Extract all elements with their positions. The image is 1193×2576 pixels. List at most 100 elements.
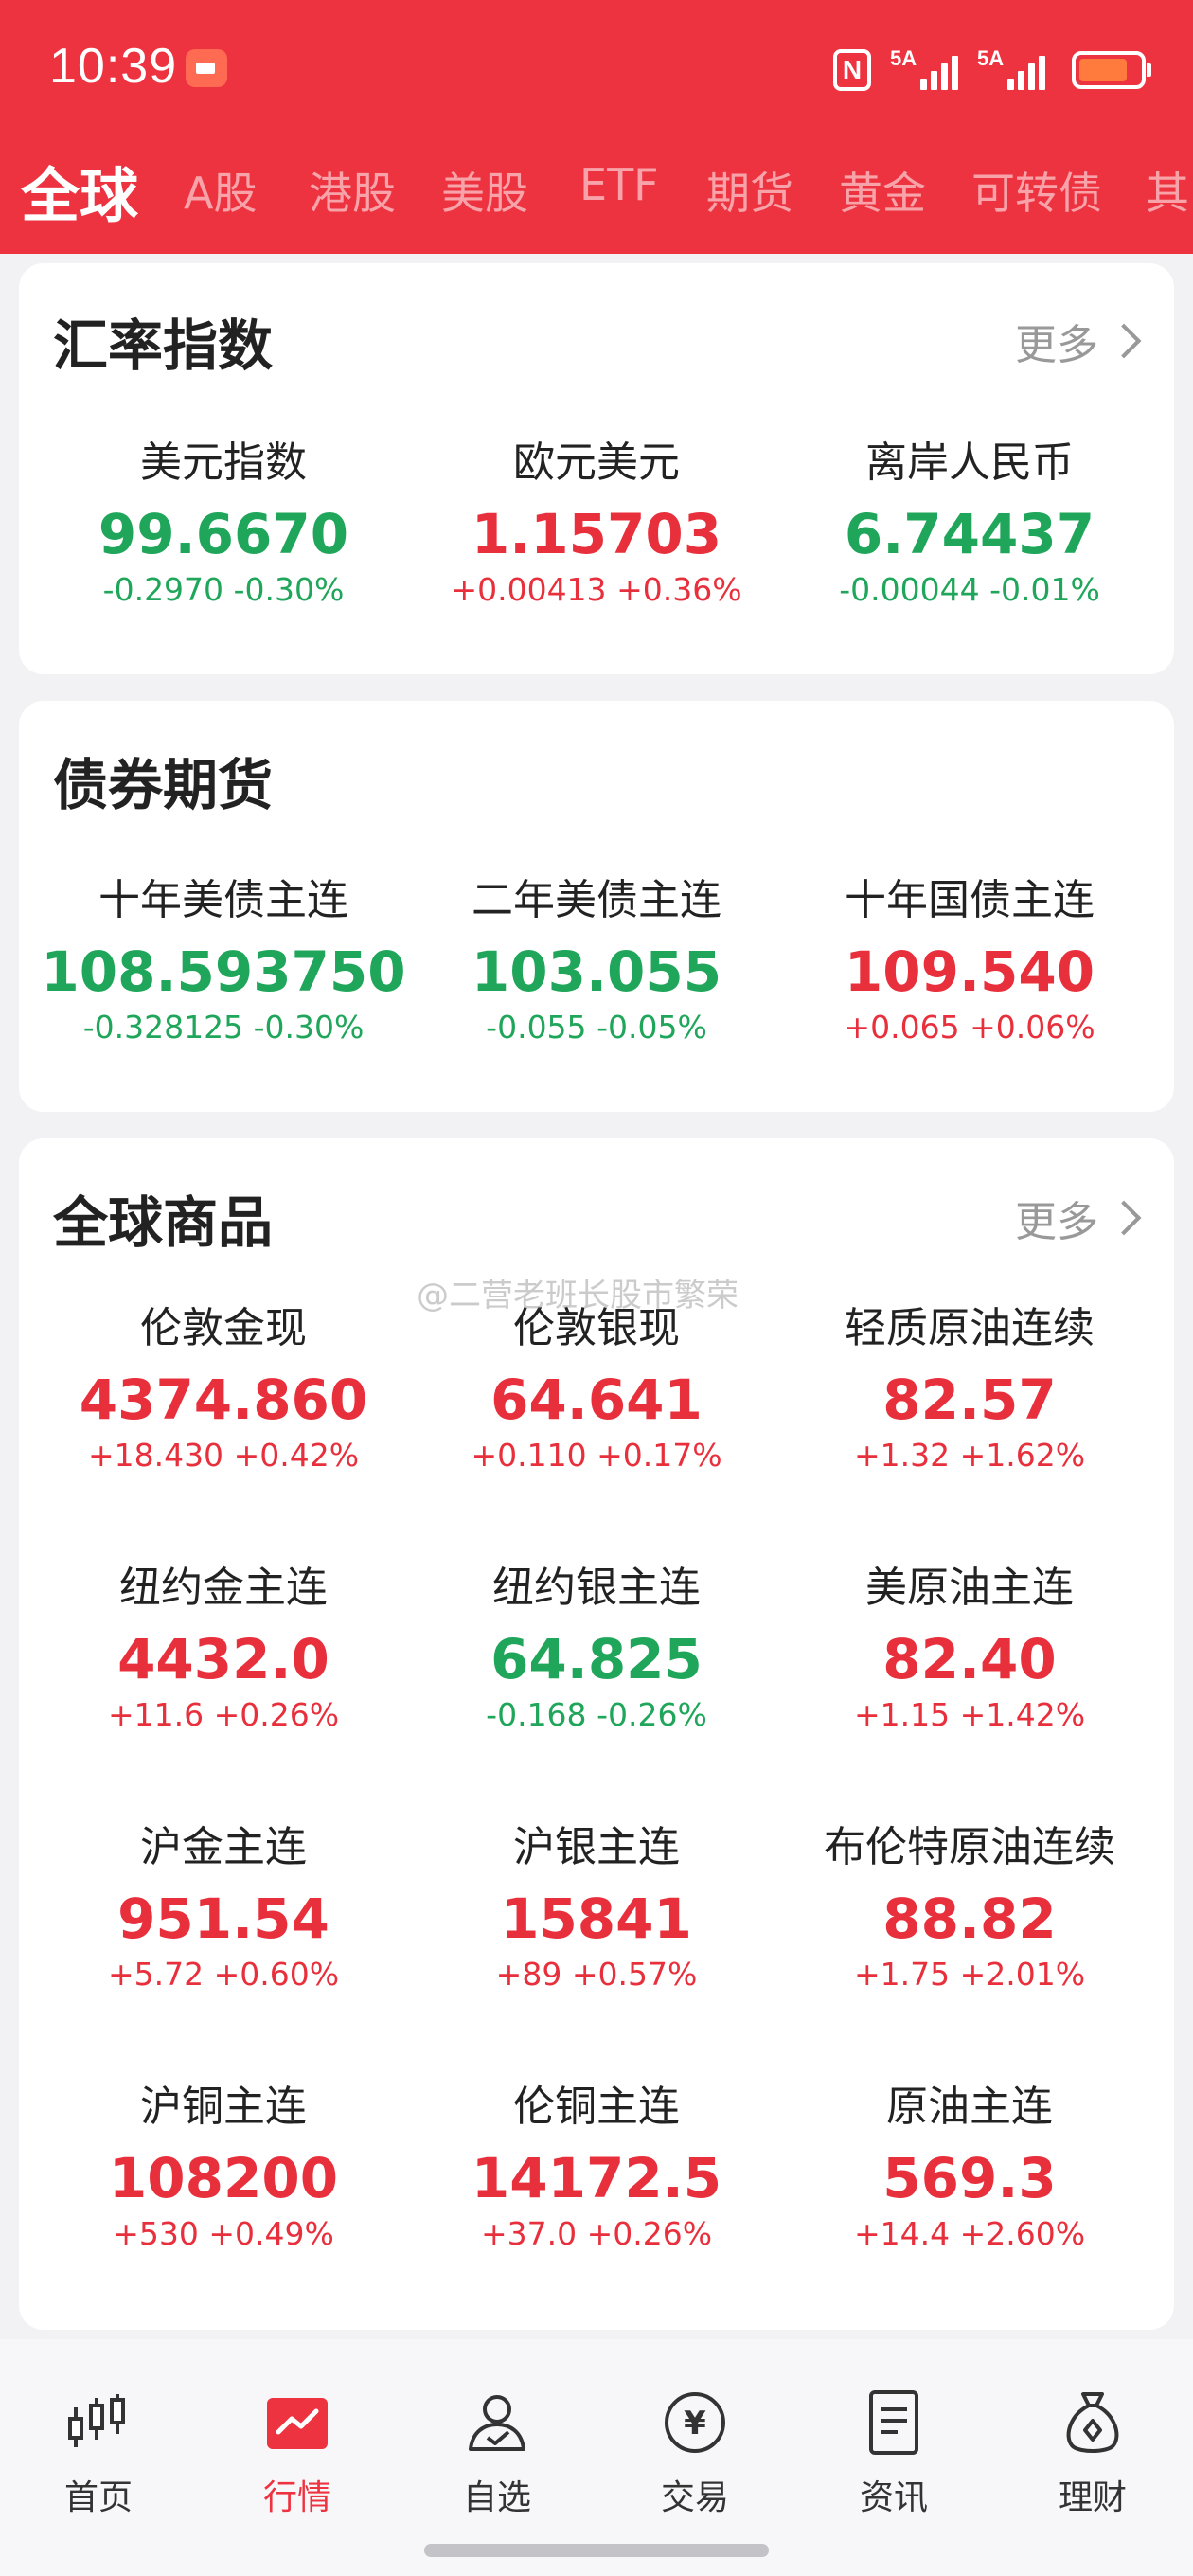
signal-icon-sim2: 5A [977,46,1045,94]
more-label: 更多 [1015,321,1098,369]
quote-change: +14.4 +2.60% [780,2212,1159,2256]
quote-value: 15841 [501,1887,692,1951]
quote-change: +89 +0.57% [407,1953,786,1996]
status-bar: 10:39 N 5A 5A [0,0,1193,142]
quote-item[interactable]: 纽约银主连 64.825 -0.168 -0.26% [407,1561,786,1737]
change-percent: +0.42% [233,1437,360,1474]
change-percent: +0.36% [616,571,742,608]
home-indicator[interactable] [424,2544,769,2557]
change-percent: +0.26% [213,1696,340,1733]
quote-change: +1.75 +2.01% [780,1953,1159,1996]
quote-change: +1.15 +1.42% [780,1693,1159,1737]
quote-item[interactable]: 布伦特原油连续 88.82 +1.75 +2.01% [780,1820,1159,1996]
quote-item[interactable]: 美原油主连 82.40 +1.15 +1.42% [780,1561,1159,1737]
quote-item[interactable]: 离岸人民币 6.74437 -0.00044 -0.01% [780,436,1159,612]
quote-item[interactable]: 伦敦金现 4374.860 +18.430 +0.42% [34,1301,413,1477]
quote-change: +0.065 +0.06% [780,1006,1159,1049]
change-amount: +89 [495,1956,562,1993]
change-percent: +0.60% [213,1956,340,1993]
quote-value: 108200 [108,2146,339,2210]
quote-item[interactable]: 二年美债主连 103.055 -0.055 -0.05% [407,873,786,1049]
change-percent: +0.49% [208,2215,334,2252]
nav-wealth[interactable]: 理财 [1026,2388,1159,2519]
change-amount: -0.00044 [839,571,980,608]
quote-item[interactable]: 伦铜主连 14172.5 +37.0 +0.26% [407,2080,786,2256]
change-amount: -0.055 [486,1009,587,1046]
change-percent: -0.30% [253,1009,365,1046]
quote-item[interactable]: 十年美债主连 108.593750 -0.328125 -0.30% [34,873,413,1049]
quote-change: +5.72 +0.60% [34,1953,413,1996]
quote-item[interactable]: 原油主连 569.3 +14.4 +2.60% [780,2080,1159,2256]
quote-change: +18.430 +0.42% [34,1434,413,1477]
quote-value: 99.6670 [98,502,349,566]
quote-name: 伦敦金现 [140,1304,307,1352]
quote-change: +0.00413 +0.36% [407,568,786,612]
quote-name: 沪金主连 [140,1823,307,1871]
top-header: 10:39 N 5A 5A 全球 A股 港股 美股 ETF 期货 黄金 可转债 … [0,0,1193,254]
change-percent: +2.60% [959,2215,1086,2252]
change-amount: +1.15 [853,1696,951,1733]
nav-trade[interactable]: ¥ 交易 [629,2388,761,2519]
change-percent: +0.57% [571,1956,698,1993]
quote-item[interactable]: 沪铜主连 108200 +530 +0.49% [34,2080,413,2256]
tab-a-shares[interactable]: A股 [184,159,257,222]
nav-news[interactable]: 资讯 [828,2388,960,2519]
quote-item[interactable]: 轻质原油连续 82.57 +1.32 +1.62% [780,1301,1159,1477]
quote-item[interactable]: 欧元美元 1.15703 +0.00413 +0.36% [407,436,786,612]
tab-other[interactable]: 其 [1146,159,1189,222]
change-amount: +0.065 [844,1009,960,1046]
nav-watchlist[interactable]: 自选 [431,2388,563,2519]
tab-futures[interactable]: 期货 [706,159,793,222]
quote-value: 108.593750 [41,939,406,1004]
screen-record-icon [186,49,227,87]
market-chart-icon [263,2388,331,2457]
quote-name: 十年美债主连 [98,876,348,924]
change-percent: +0.06% [970,1009,1095,1046]
quote-name: 二年美债主连 [472,876,721,924]
quote-value: 4374.860 [79,1368,368,1432]
quote-name: 美元指数 [140,438,307,487]
tab-etf[interactable]: ETF [579,159,659,210]
tab-us-stocks[interactable]: 美股 [441,159,528,222]
quote-item[interactable]: 纽约金主连 4432.0 +11.6 +0.26% [34,1561,413,1737]
change-percent: -0.26% [596,1696,707,1733]
quote-item[interactable]: 十年国债主连 109.540 +0.065 +0.06% [780,873,1159,1049]
status-time: 10:39 [49,39,178,94]
nav-home[interactable]: 首页 [32,2388,165,2519]
chevron-right-icon [1106,323,1142,359]
nav-label: 理财 [1058,2478,1127,2517]
quote-name: 轻质原油连续 [845,1304,1095,1352]
change-percent: +1.42% [959,1696,1086,1733]
quote-value: 109.540 [844,939,1095,1004]
tab-convertible-bonds[interactable]: 可转债 [971,159,1102,222]
quote-item[interactable]: 美元指数 99.6670 -0.2970 -0.30% [34,436,413,612]
change-amount: +11.6 [107,1696,205,1733]
quote-name: 欧元美元 [513,438,680,487]
change-amount: +37.0 [480,2215,578,2252]
tab-gold[interactable]: 黄金 [839,159,926,222]
quote-name: 原油主连 [886,2083,1053,2131]
change-percent: +2.01% [959,1956,1086,1993]
quote-item[interactable]: 伦敦银现 64.641 +0.110 +0.17% [407,1301,786,1477]
quote-name: 纽约银主连 [492,1564,701,1612]
quote-name: 十年国债主连 [845,876,1095,924]
nav-market[interactable]: 行情 [231,2388,364,2519]
user-check-icon [463,2388,531,2457]
tab-hk-stocks[interactable]: 港股 [309,159,396,222]
change-percent: +0.17% [596,1437,722,1474]
quote-value: 6.74437 [844,502,1095,566]
quote-change: -0.328125 -0.30% [34,1006,413,1049]
quote-name: 伦铜主连 [513,2083,680,2131]
quote-change: -0.00044 -0.01% [780,568,1159,612]
quote-value: 82.57 [882,1368,1057,1432]
quote-change: -0.2970 -0.30% [34,568,413,612]
quote-value: 82.40 [882,1627,1057,1691]
commodities-more-button[interactable]: 更多 [1015,1188,1142,1248]
quote-item[interactable]: 沪金主连 951.54 +5.72 +0.60% [34,1820,413,1996]
quote-change: -0.055 -0.05% [407,1006,786,1049]
fx-more-button[interactable]: 更多 [1015,311,1142,371]
yuan-coin-icon: ¥ [661,2388,729,2457]
change-percent: +0.26% [586,2215,713,2252]
tab-global[interactable]: 全球 [21,148,138,233]
quote-item[interactable]: 沪银主连 15841 +89 +0.57% [407,1820,786,1996]
